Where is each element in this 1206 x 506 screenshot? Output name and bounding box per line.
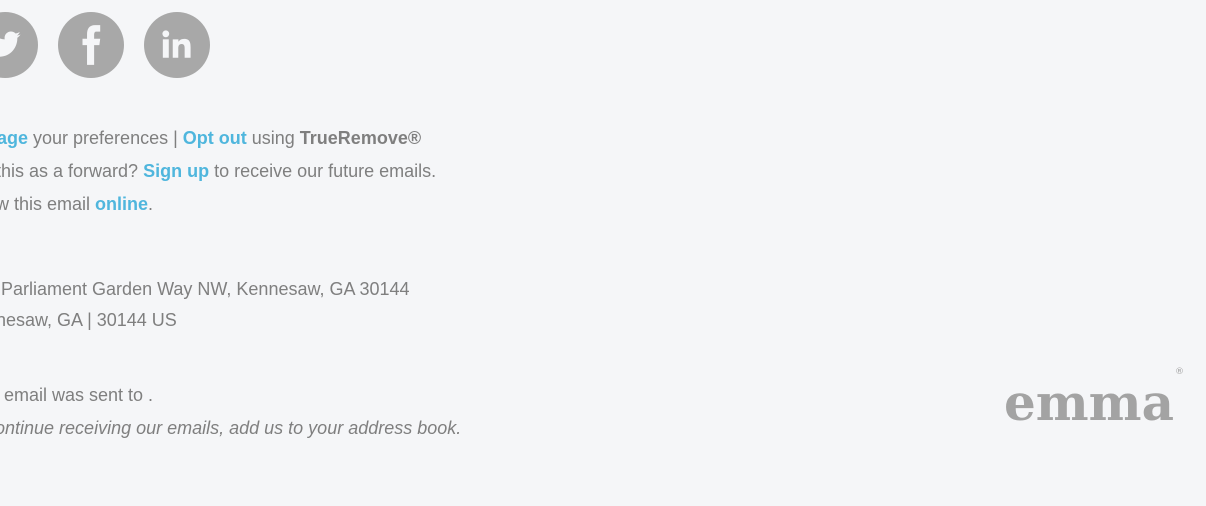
postal-address: 0 Parliament Garden Way NW, Kennesaw, GA… [0,274,410,336]
facebook-icon [82,25,101,65]
view-text: ew this email [0,194,91,214]
emma-logo-text: emma [1003,373,1174,432]
twitter-icon [0,31,21,57]
twitter-button[interactable] [0,12,38,78]
manage-link[interactable]: nage [0,128,28,148]
linkedin-button[interactable] [144,12,210,78]
period-text: . [148,194,154,214]
using-text: using [246,128,300,148]
receive-text: to receive our future emails. [209,161,437,181]
emma-logo: emma® [1004,368,1184,428]
sign-up-link[interactable]: Sign up [143,161,209,181]
sent-to-text: is email was sent to . [0,385,154,405]
footer-links: nage your preferences | Opt out using Tr… [0,122,436,221]
facebook-button[interactable] [58,12,124,78]
view-online-line: ew this email online. [0,188,436,221]
opt-out-link[interactable]: Opt out [183,128,247,148]
true-remove-label: TrueRemove® [299,128,422,148]
online-link[interactable]: online [95,194,148,214]
forward-line: t this as a forward? Sign up to receive … [0,155,436,188]
address-book-italic: continue receiving our emails, add us to… [0,418,462,438]
address-book-text: continue receiving our emails, add us to… [0,412,461,445]
linkedin-icon [162,30,191,58]
registered-mark: ® [1175,367,1184,378]
social-links [0,12,210,78]
email-footer: nage your preferences | Opt out using Tr… [0,0,1206,506]
preferences-line: nage your preferences | Opt out using Tr… [0,122,436,155]
email-notice: is email was sent to . continue receivin… [0,379,461,445]
forward-text: t this as a forward? [0,161,144,181]
preferences-text: your preferences | [28,128,183,148]
address-line-2: nnesaw, GA | 30144 US [0,310,177,330]
address-line-1: 0 Parliament Garden Way NW, Kennesaw, GA… [0,279,410,299]
